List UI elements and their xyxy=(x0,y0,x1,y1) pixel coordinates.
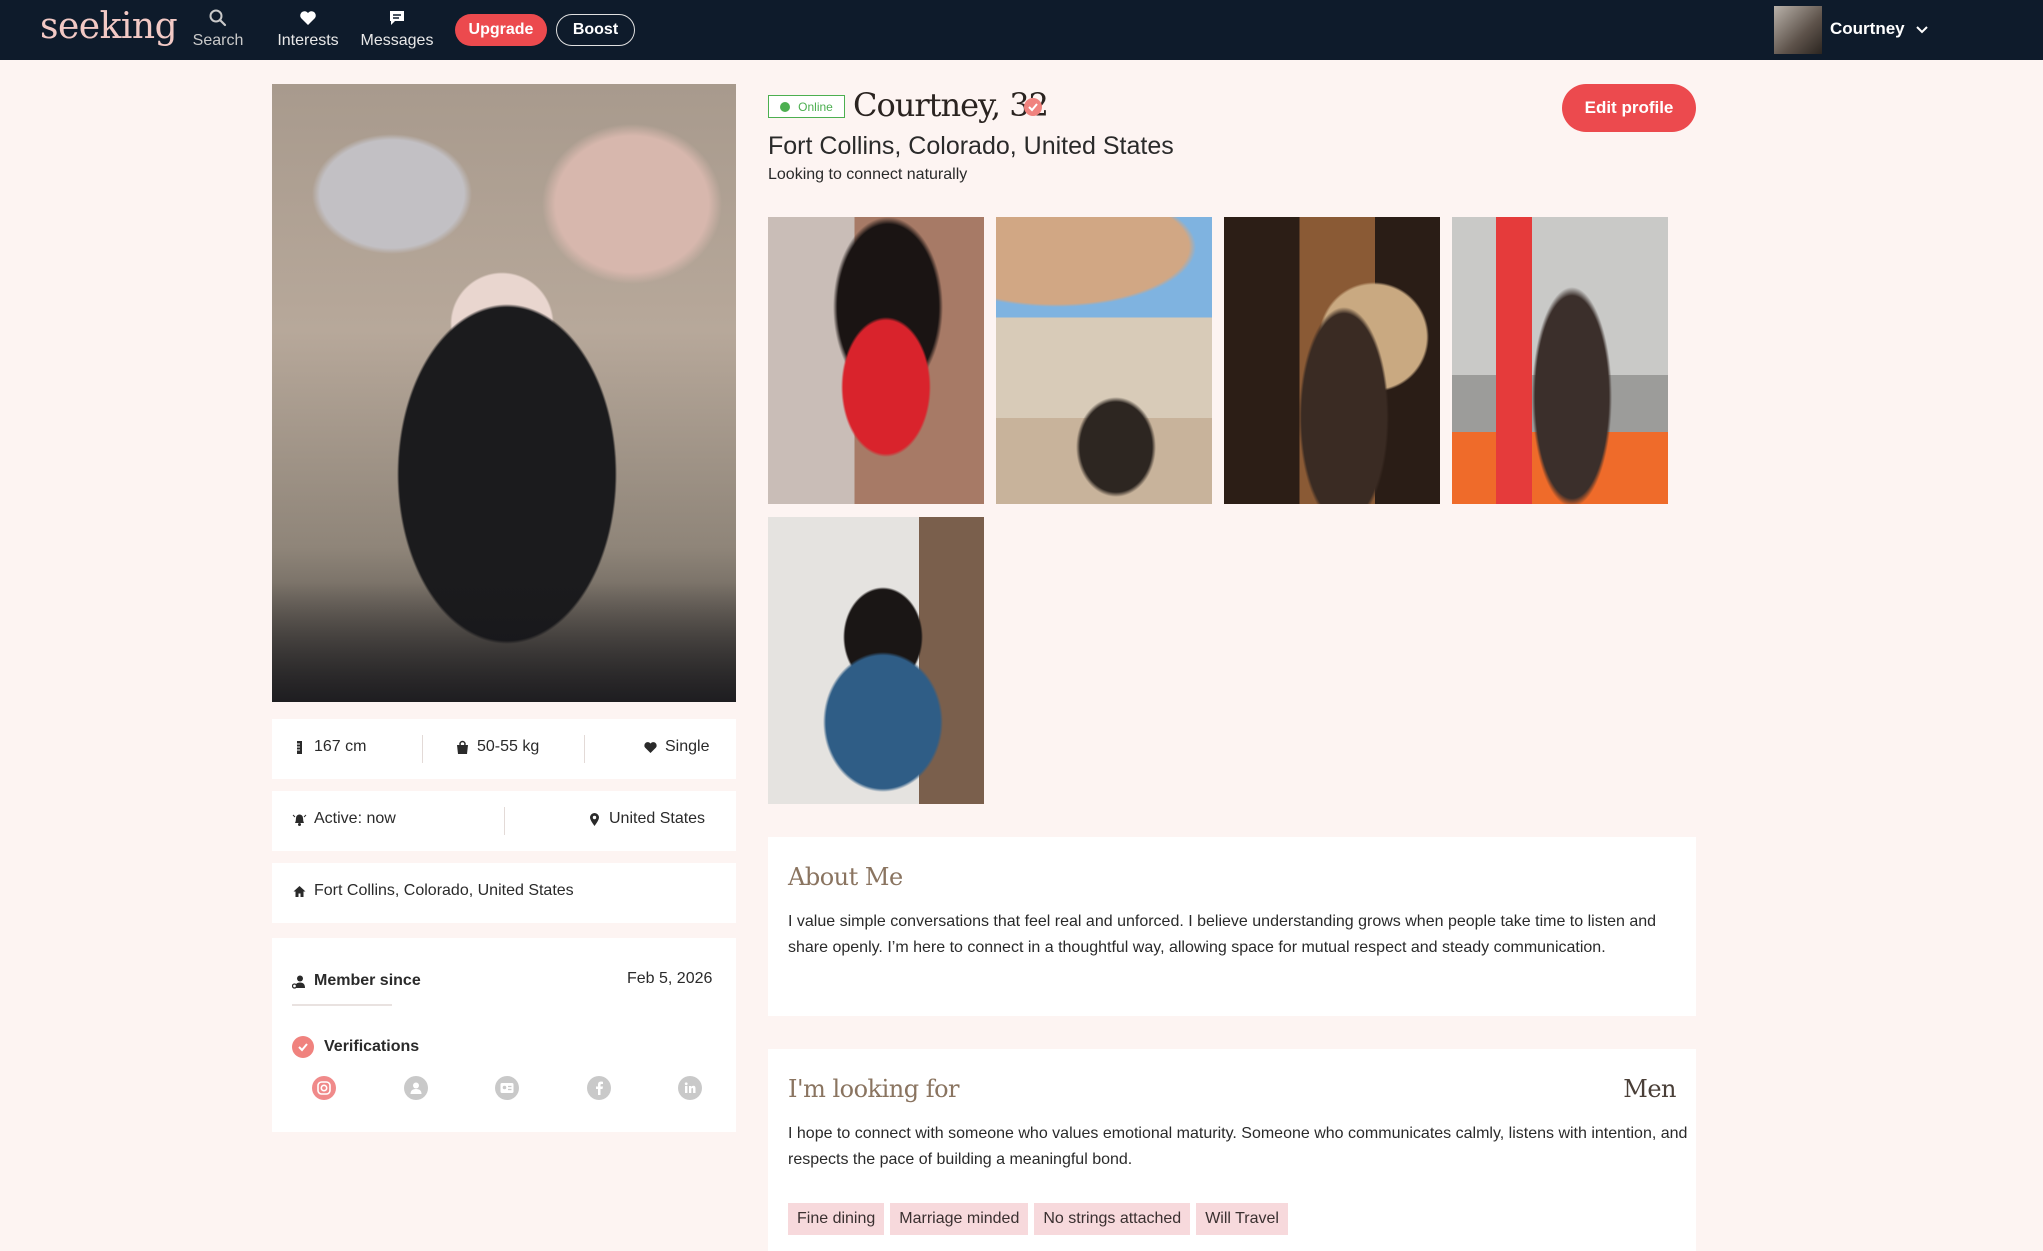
chevron-down-icon xyxy=(1916,26,1928,34)
message-icon xyxy=(357,8,437,30)
online-dot-icon xyxy=(780,101,791,112)
divider xyxy=(504,807,505,835)
nav-interests[interactable]: Interests xyxy=(270,8,346,50)
divider xyxy=(292,1004,392,1006)
weight-icon xyxy=(457,740,468,754)
nav-interests-label: Interests xyxy=(277,32,339,49)
stats-card-body: 167 cm 50-55 kg Single xyxy=(272,719,736,779)
relationship-stat: Single xyxy=(643,738,709,756)
member-since: Member since xyxy=(292,972,421,990)
tag: Will Travel xyxy=(1196,1203,1288,1235)
verifications-label: Verifications xyxy=(324,1038,420,1055)
country-stat: United States xyxy=(587,810,705,828)
weight-stat: 50-55 kg xyxy=(455,738,539,756)
profile-location: Fort Collins, Colorado, United States xyxy=(768,132,1174,160)
online-status-badge: Online xyxy=(768,95,845,118)
country-value: United States xyxy=(609,810,706,827)
verification-icons xyxy=(312,1076,702,1100)
verifications-heading: Verifications xyxy=(292,1036,419,1058)
gallery-photo[interactable] xyxy=(768,517,984,804)
top-navigation: seeking Search Interests Messages Upgrad… xyxy=(0,0,2043,60)
looking-for-text: I hope to connect with someone who value… xyxy=(788,1125,1688,1168)
relationship-value: Single xyxy=(665,738,710,755)
verified-check-icon xyxy=(1024,98,1042,116)
home-icon xyxy=(293,885,306,897)
active-stat: Active: now xyxy=(292,810,396,828)
height-value: 167 cm xyxy=(314,738,367,755)
gallery-photo[interactable] xyxy=(996,217,1212,504)
membership-card: Member since Feb 5, 2026 Verifications xyxy=(272,938,736,1132)
profile-tagline: Looking to connect naturally xyxy=(768,166,968,183)
nav-messages[interactable]: Messages xyxy=(357,8,437,50)
weight-value: 50-55 kg xyxy=(477,738,540,755)
hometown-stat: Fort Collins, Colorado, United States xyxy=(292,882,574,900)
nav-search[interactable]: Search xyxy=(190,8,246,50)
nav-search-label: Search xyxy=(192,32,244,49)
check-badge-icon xyxy=(292,1036,314,1058)
photo-shade xyxy=(272,582,736,702)
id-icon[interactable] xyxy=(495,1076,519,1100)
location-pin-icon xyxy=(590,812,599,826)
member-icon xyxy=(292,975,305,989)
member-since-date: Feb 5, 2026 xyxy=(627,970,713,987)
profile-name-age: Courtney, 32 xyxy=(853,86,1049,124)
nav-messages-label: Messages xyxy=(360,32,434,49)
user-name: Courtney xyxy=(1830,19,1905,38)
looking-for-section: I'm looking for Men I hope to connect wi… xyxy=(768,1049,1696,1251)
about-me-title: About Me xyxy=(788,863,903,891)
search-icon xyxy=(190,8,246,30)
active-value: Active: now xyxy=(314,810,396,827)
edit-profile-button[interactable]: Edit profile xyxy=(1562,84,1696,132)
main-profile-photo[interactable] xyxy=(272,84,736,702)
boost-button[interactable]: Boost xyxy=(556,14,635,46)
gallery-photo[interactable] xyxy=(1224,217,1440,504)
gallery-photo[interactable] xyxy=(768,217,984,504)
looking-for-tags: Fine dining Marriage minded No strings a… xyxy=(788,1203,1288,1235)
height-stat: 167 cm xyxy=(292,738,366,756)
about-me-text: I value simple conversations that feel r… xyxy=(788,913,1657,956)
about-me-section: About Me I value simple conversations th… xyxy=(768,837,1696,1016)
facebook-icon[interactable] xyxy=(586,1076,611,1100)
ruler-icon xyxy=(297,740,302,754)
member-since-label: Member since xyxy=(314,972,421,989)
heart-icon xyxy=(644,741,657,753)
tag: Fine dining xyxy=(788,1203,885,1235)
divider xyxy=(422,735,423,763)
gallery-photo[interactable] xyxy=(1452,217,1668,504)
hometown-card: Fort Collins, Colorado, United States xyxy=(272,863,736,923)
instagram-icon[interactable] xyxy=(312,1076,336,1100)
tag: No strings attached xyxy=(1034,1203,1191,1235)
heart-icon xyxy=(270,8,346,30)
linkedin-icon[interactable] xyxy=(678,1076,702,1100)
bell-icon xyxy=(292,814,307,826)
profile-icon[interactable] xyxy=(403,1076,428,1100)
looking-for-gender: Men xyxy=(1623,1075,1676,1103)
hometown-value: Fort Collins, Colorado, United States xyxy=(314,882,574,899)
divider xyxy=(584,735,585,763)
activity-card: Active: now United States xyxy=(272,791,736,851)
looking-for-title: I'm looking for xyxy=(788,1075,960,1103)
avatar[interactable] xyxy=(1774,6,1822,54)
tag: Marriage minded xyxy=(890,1203,1029,1235)
upgrade-button[interactable]: Upgrade xyxy=(455,14,547,46)
online-status-text: Online xyxy=(798,99,833,114)
seeking-logo[interactable]: seeking xyxy=(40,6,178,47)
